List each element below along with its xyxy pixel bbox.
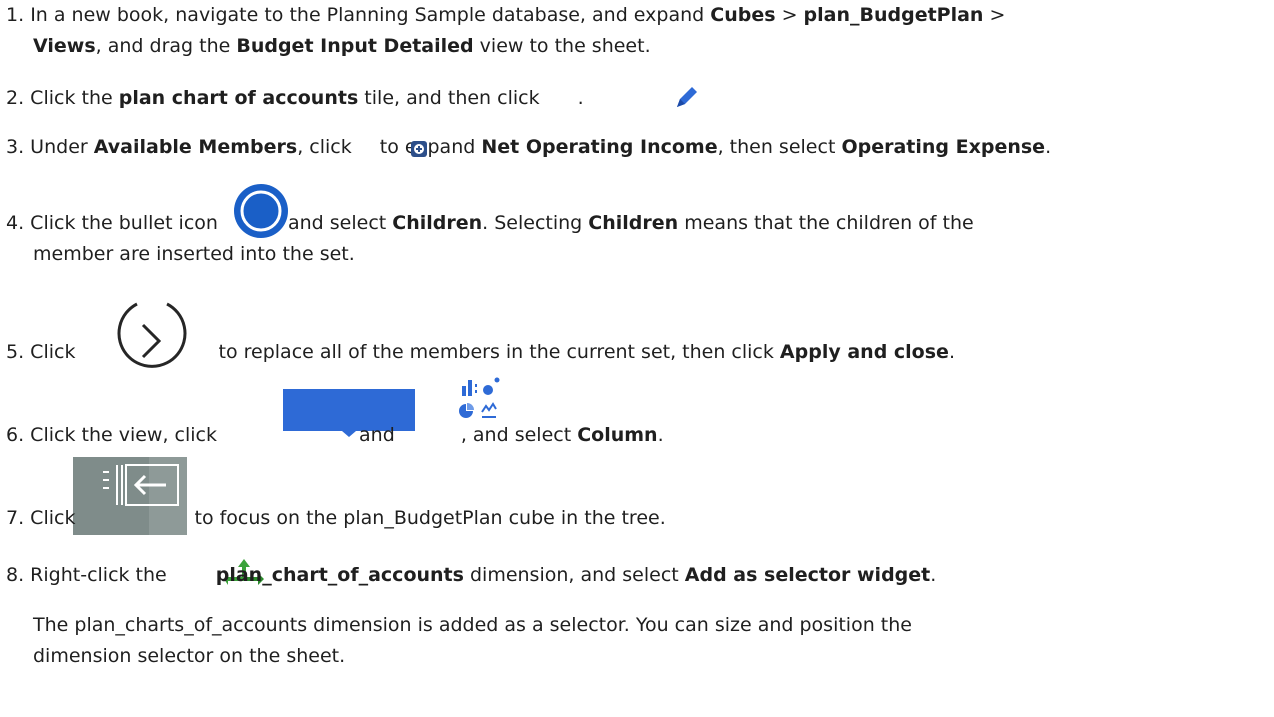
chart-types-icon[interactable]	[456, 376, 506, 424]
note-line-2: dimension selector on the sheet.	[33, 645, 346, 667]
step-5: 5. Click to replace all of the members i…	[6, 341, 955, 363]
step-4-line-1: 4. Click the bullet icon and select Chil…	[6, 212, 974, 234]
step-1-line-1: 1. In a new book, navigate to the Planni…	[6, 4, 1006, 26]
step-1-line-2: Views, and drag the Budget Input Detaile…	[33, 35, 651, 57]
step-8: 8. Right-click the plan_chart_of_accounts…	[6, 564, 937, 586]
step-3: 3. Under Available Members, click to exp…	[6, 136, 1052, 158]
edit-pencil-icon[interactable]	[672, 84, 700, 112]
step-4-line-2: member are inserted into the set.	[33, 243, 355, 265]
step-6: 6. Click the view, click and , and selec…	[6, 424, 664, 446]
note-line-1: The plan_charts_of_accounts dimension is…	[33, 614, 912, 636]
expand-plus-icon[interactable]	[410, 140, 428, 158]
step-2: 2. Click the plan chart of accounts tile…	[6, 87, 584, 109]
step-7: 7. Click to focus on the plan_BudgetPlan…	[6, 507, 666, 529]
